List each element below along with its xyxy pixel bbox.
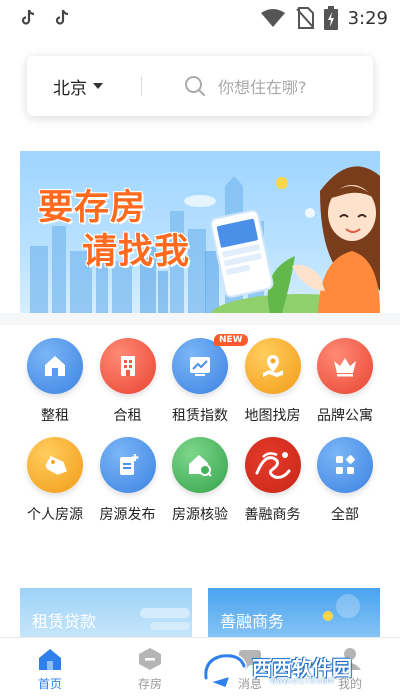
tiktok-icon: [21, 9, 35, 25]
grid-item-label: 房源核验: [172, 507, 228, 523]
watermark-logo-icon: [202, 652, 247, 689]
clock: 3:29: [347, 7, 388, 29]
watermark: 西西软件园 www.cr173.com: [200, 648, 382, 692]
grid-row: 整租 合租 NEW 租赁指数 地图找房 品牌公寓: [0, 334, 400, 425]
tab-home[interactable]: 首页: [0, 638, 100, 700]
grid-item-label: 品牌公寓: [317, 408, 373, 424]
grid-item-label: 合租: [113, 408, 142, 424]
grid-item-rent-index[interactable]: NEW 租赁指数: [164, 334, 248, 425]
city-selector[interactable]: 北京: [53, 74, 103, 99]
city-label: 北京: [53, 78, 87, 99]
divider: [141, 76, 142, 96]
promo-cards: 租赁贷款 善融商务: [20, 588, 380, 638]
grid-item-label: 地图找房: [244, 408, 301, 424]
grid-item-brand-apartment[interactable]: 品牌公寓: [309, 338, 381, 425]
battery-charging-icon: [323, 6, 338, 30]
shanrong-logo-icon: [244, 437, 301, 493]
grid-item-label: 整租: [41, 408, 69, 424]
watermark-url: www.cr173.com: [270, 676, 335, 685]
tab-label: 存房: [137, 677, 162, 691]
grid-item-personal-listing[interactable]: 个人房源: [19, 437, 91, 524]
grid-item-listing-verify[interactable]: 房源核验: [164, 437, 236, 524]
grid-item-all[interactable]: 全部: [309, 437, 381, 524]
apps-icon: [317, 437, 373, 493]
crown-icon: [317, 338, 373, 394]
trend-chart-icon: [172, 338, 228, 394]
grid-item-map-search[interactable]: 地图找房: [237, 338, 309, 425]
app-screen: 3:29 北京 你想住在哪? 要存房 请找我 整租 合租 NEW 租赁指数 地图…: [0, 0, 400, 700]
grid-item-label: 个人房源: [27, 507, 83, 523]
grid-item-whole-rent[interactable]: 整租: [19, 338, 91, 425]
card-title: 善融商务: [220, 612, 285, 631]
grid-item-label: 善融商务: [244, 507, 301, 523]
house-check-icon: [172, 437, 228, 493]
card-title: 租赁贷款: [32, 612, 97, 631]
wifi-icon: [260, 9, 285, 27]
grid-row: 个人房源 房源发布 房源核验 善融商务 全部: [0, 437, 400, 524]
grid-item-shanrong[interactable]: 善融商务: [237, 437, 309, 524]
map-pin-icon: [244, 338, 301, 394]
tiktok-icon: [55, 9, 69, 25]
no-sim-icon: [295, 7, 314, 29]
banner-headline-2: 请找我: [82, 232, 191, 272]
status-bar: 3:29: [0, 0, 400, 36]
grid-item-label: 全部: [331, 507, 359, 523]
rent-loan-card[interactable]: 租赁贷款: [20, 588, 192, 638]
shanrong-card[interactable]: 善融商务: [208, 588, 380, 638]
grid-item-shared-rent[interactable]: 合租: [92, 338, 164, 425]
feature-grid: 整租 合租 NEW 租赁指数 地图找房 品牌公寓 个人房源 房源发布 房源核验 …: [0, 334, 400, 524]
promo-banner[interactable]: 要存房 请找我: [20, 151, 380, 313]
building-icon: [99, 338, 156, 394]
tab-label: 首页: [37, 677, 62, 691]
home-icon: [39, 649, 61, 670]
deposit-icon: [139, 648, 161, 670]
tag-icon: [27, 437, 83, 493]
grid-item-label: 房源发布: [99, 507, 156, 523]
grid-item-label: 租赁指数: [172, 408, 228, 424]
house-icon: [27, 338, 83, 394]
search-icon: [185, 76, 205, 96]
chevron-down-icon: [93, 83, 103, 89]
section-divider: [0, 313, 400, 325]
search-bar[interactable]: 北京 你想住在哪?: [27, 56, 373, 116]
tab-deposit[interactable]: 存房: [100, 638, 200, 700]
doc-add-icon: [99, 437, 156, 493]
grid-item-publish-listing[interactable]: 房源发布: [92, 437, 164, 524]
search-input[interactable]: 你想住在哪?: [218, 74, 307, 98]
banner-illustration: [30, 166, 380, 313]
